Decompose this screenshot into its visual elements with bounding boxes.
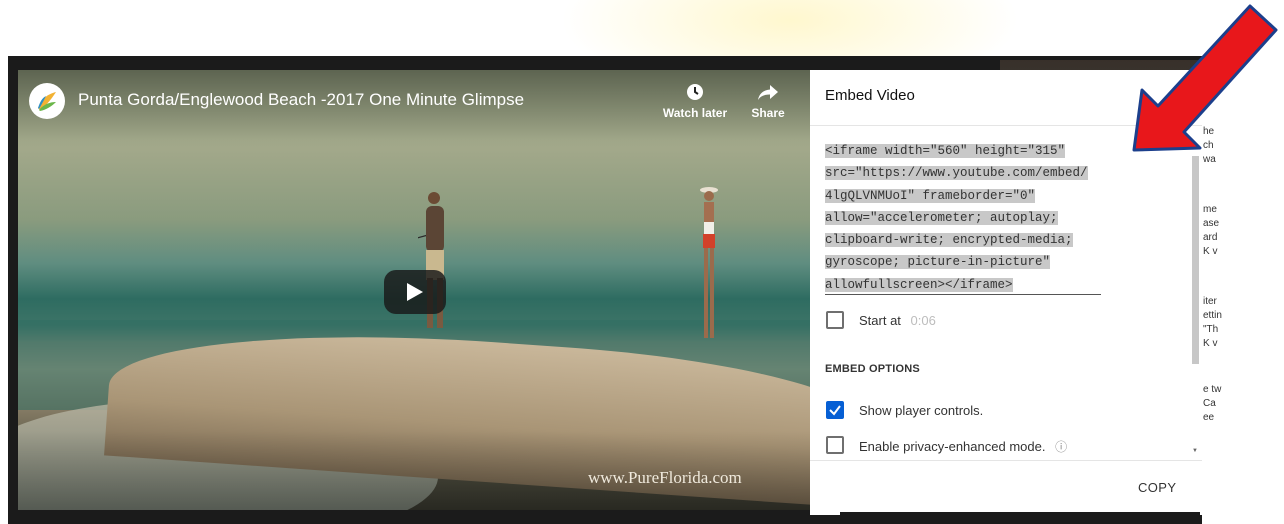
start-at-label: Start at [859,313,901,328]
player-bottom-bar [840,512,1200,524]
embed-panel-title: Embed Video [825,87,915,104]
code-line: <iframe width="560" height="315" [825,144,1066,158]
code-line: src="https://www.youtube.com/embed/ [825,166,1088,181]
scrollbar-thumb[interactable] [1192,156,1199,364]
code-line: allowfullscreen></iframe> [825,277,1013,292]
embed-options-heading: EMBED OPTIONS [825,363,920,375]
start-at-checkbox[interactable] [826,311,844,329]
video-title[interactable]: Punta Gorda/Englewood Beach -2017 One Mi… [78,90,524,110]
share-button[interactable]: Share [746,82,790,120]
privacy-mode-label: Enable privacy-enhanced mode. [859,439,1046,454]
show-controls-checkbox[interactable] [826,401,844,419]
video-watermark: www.PureFlorida.com [588,468,742,487]
copy-button[interactable]: COPY [1138,480,1176,495]
show-controls-label: Show player controls. [859,403,984,418]
privacy-mode-checkbox[interactable] [826,436,844,454]
clock-icon [660,82,730,104]
play-button[interactable] [384,270,446,314]
start-at-time[interactable]: 0:06 [911,313,936,328]
info-icon[interactable]: ⓘ [1055,440,1067,454]
privacy-mode-row: Enable privacy-enhanced mode. ⓘ [859,438,1067,455]
code-line: allow="accelerometer; autoplay; [825,210,1058,225]
start-at-row: Start at 0:06 [859,313,936,328]
scroll-down-icon[interactable]: ▼ [1192,448,1198,454]
code-line: gyroscope; picture-in-picture" [825,255,1051,270]
checkmark-icon [829,405,841,416]
code-line: 4lgQLVNMUoI" frameborder="0" [825,188,1036,203]
share-arrow-icon [746,82,790,104]
play-icon [407,283,423,301]
annotation-arrow-icon [1132,4,1278,152]
code-line: clipboard-write; encrypted-media; [825,233,1073,248]
channel-logo-icon[interactable] [29,83,65,119]
textarea-underline [825,294,1101,295]
share-label: Share [751,106,785,120]
watch-later-label: Watch later [662,106,728,120]
watch-later-button[interactable]: Watch later [660,82,730,120]
divider [810,460,1202,461]
embed-code-textarea[interactable]: <iframe width="560" height="315" src="ht… [825,140,1101,296]
